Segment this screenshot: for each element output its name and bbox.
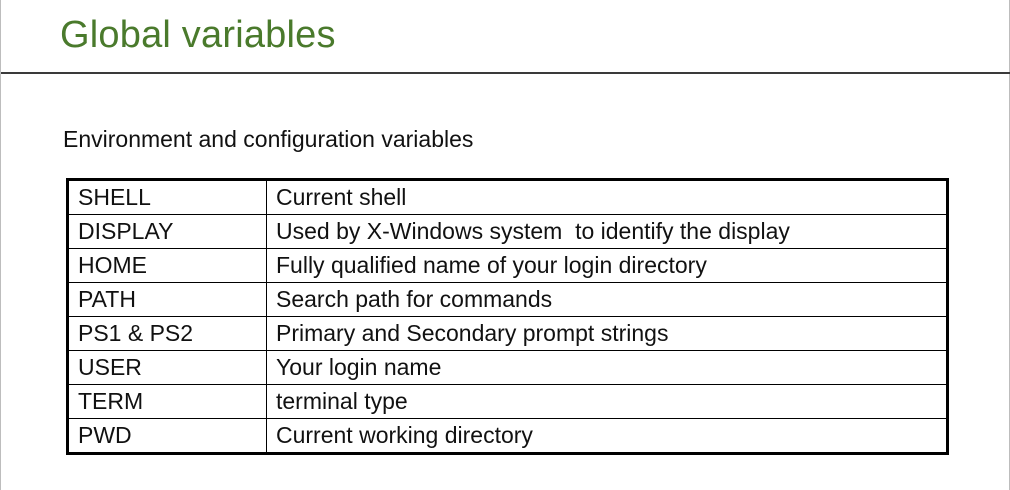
table-row: DISPLAY Used by X-Windows system to iden… — [67, 214, 948, 249]
variable-name-cell: HOME — [67, 248, 267, 283]
variable-name-cell: DISPLAY — [67, 214, 267, 249]
table-row: TERM terminal type — [67, 384, 948, 419]
variable-description-cell: Current shell — [266, 179, 948, 215]
slide-title: Global variables — [60, 14, 336, 56]
table-row: HOME Fully qualified name of your login … — [67, 248, 948, 283]
variable-description-cell: Your login name — [266, 350, 948, 385]
variable-description-cell: Fully qualified name of your login direc… — [266, 248, 948, 283]
variable-description-cell: Current working directory — [266, 418, 948, 454]
variable-name-cell: PWD — [67, 418, 267, 454]
variable-description-cell: Search path for commands — [266, 282, 948, 317]
variable-description-cell: Primary and Secondary prompt strings — [266, 316, 948, 351]
variable-description-cell: Used by X-Windows system to identify the… — [266, 214, 948, 249]
variable-description-cell: terminal type — [266, 384, 948, 419]
table-row: USER Your login name — [67, 350, 948, 385]
table-row: PATH Search path for commands — [67, 282, 948, 317]
slide: Global variables Environment and configu… — [0, 0, 1010, 490]
variable-name-cell: PATH — [67, 282, 267, 317]
table-row: SHELL Current shell — [67, 179, 948, 215]
table-row: PWD Current working directory — [67, 418, 948, 454]
variables-table: SHELL Current shell DISPLAY Used by X-Wi… — [66, 178, 949, 455]
variable-name-cell: USER — [67, 350, 267, 385]
title-divider — [1, 72, 1010, 74]
variable-name-cell: PS1 & PS2 — [67, 316, 267, 351]
variable-name-cell: SHELL — [67, 179, 267, 215]
slide-subtitle: Environment and configuration variables — [63, 126, 474, 152]
table-row: PS1 & PS2 Primary and Secondary prompt s… — [67, 316, 948, 351]
variable-name-cell: TERM — [67, 384, 267, 419]
